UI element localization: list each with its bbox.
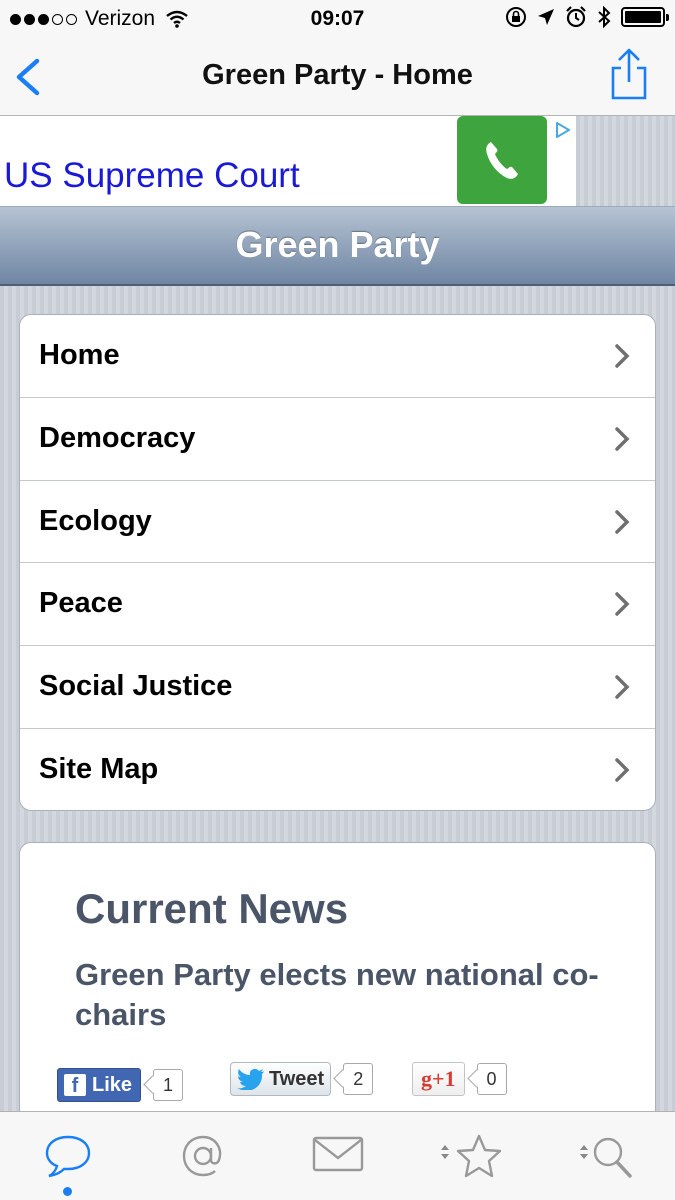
chevron-right-icon [615, 344, 630, 368]
gplus-button[interactable]: g+1 [412, 1062, 465, 1096]
facebook-icon: f [64, 1074, 86, 1097]
site-header-bar: Green Party [0, 206, 675, 286]
gplus-count: 0 [476, 1063, 507, 1095]
menu-item-label: Home [39, 339, 120, 371]
facebook-like-widget: f Like 1 [57, 1068, 184, 1102]
menu-item-site-map[interactable]: Site Map [20, 729, 655, 810]
menu-item-home[interactable]: Home [20, 315, 655, 398]
tab-bar [0, 1111, 675, 1200]
chevron-right-icon [615, 758, 630, 782]
menu-item-label: Site Map [39, 752, 159, 785]
like-count: 1 [153, 1069, 184, 1101]
tweet-count: 2 [343, 1063, 374, 1095]
chat-icon [45, 1135, 90, 1178]
tab-search[interactable] [540, 1112, 675, 1200]
chevron-right-icon [615, 509, 630, 534]
share-icon[interactable] [607, 46, 651, 102]
chevron-right-icon [615, 427, 630, 451]
facebook-like-button[interactable]: f Like [57, 1068, 142, 1102]
site-title: Green Party [235, 224, 440, 265]
menu-item-label: Democracy [39, 421, 196, 454]
news-section-heading: Current News [75, 885, 349, 932]
mail-icon [312, 1136, 363, 1172]
app-screen: Verizon 09:07 Green Party - Home US Supr… [0, 0, 675, 1200]
bluetooth-icon [598, 6, 611, 28]
ad-banner[interactable]: US Supreme Court [0, 116, 576, 206]
tweet-widget: Tweet 2 [230, 1062, 374, 1096]
alarm-icon [566, 6, 586, 28]
chevron-right-icon [615, 592, 630, 617]
menu-item-social-justice[interactable]: Social Justice [20, 646, 655, 729]
navigation-bar: Green Party - Home [0, 38, 675, 116]
tweet-button[interactable]: Tweet [230, 1062, 332, 1096]
tab-favorites[interactable] [405, 1112, 540, 1200]
search-sort-icon [579, 1137, 632, 1178]
gplus-label: g+1 [421, 1066, 456, 1091]
menu-item-label: Peace [39, 587, 123, 620]
twitter-bird-icon [237, 1068, 264, 1090]
location-arrow-icon [538, 9, 554, 25]
tab-mentions[interactable] [135, 1112, 270, 1200]
ad-link-text[interactable]: US Supreme Court [4, 156, 300, 196]
chevron-right-icon [615, 675, 630, 699]
menu-item-label: Ecology [39, 504, 152, 537]
news-headline-link[interactable]: Green Party elects new national co-chair… [75, 955, 615, 1035]
orientation-lock-icon [506, 7, 526, 27]
at-icon [182, 1135, 221, 1177]
status-icons [505, 6, 669, 28]
star-sort-icon [440, 1134, 501, 1178]
menu-list: Home Democracy Ecology Peace Social Just… [19, 314, 656, 811]
page-title: Green Party - Home [202, 59, 473, 91]
battery-icon [621, 7, 669, 27]
active-tab-indicator [63, 1187, 72, 1196]
tweet-label: Tweet [269, 1067, 325, 1090]
menu-item-label: Social Justice [39, 670, 233, 703]
like-label: Like [92, 1073, 133, 1096]
ad-call-button[interactable] [457, 116, 547, 204]
menu-item-ecology[interactable]: Ecology [20, 481, 655, 564]
ad-choices-icon[interactable] [553, 120, 573, 140]
tab-messages[interactable] [270, 1112, 405, 1200]
menu-item-peace[interactable]: Peace [20, 563, 655, 647]
phone-icon [486, 142, 518, 179]
status-bar: Verizon 09:07 [0, 0, 675, 38]
tab-chat[interactable] [0, 1112, 135, 1200]
menu-item-democracy[interactable]: Democracy [20, 398, 655, 481]
gplus-widget: g+1 0 [412, 1062, 507, 1096]
